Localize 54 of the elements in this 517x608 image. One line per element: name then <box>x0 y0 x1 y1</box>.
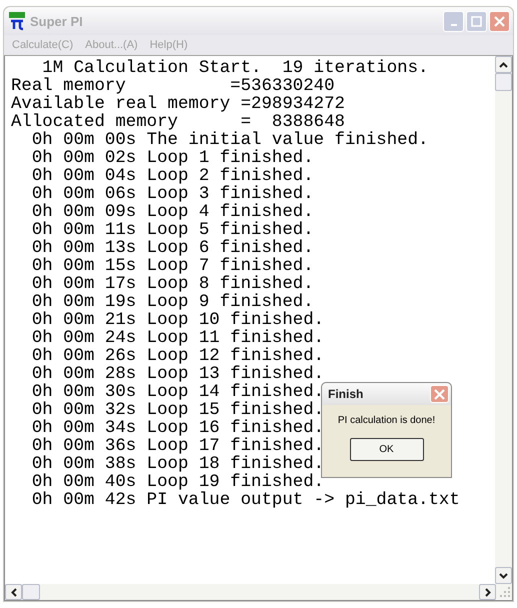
output-line: 0h 00m 00s The initial value finished. <box>30 132 428 150</box>
menu-item[interactable]: Calculate(C) <box>12 39 74 51</box>
output-line: Allocated memory = 8388648 <box>11 114 345 132</box>
output-line: 0h 00m 06s Loop 3 finished. <box>30 186 314 204</box>
scroll-down-button[interactable] <box>495 567 512 584</box>
dialog-title: Finish <box>328 387 364 401</box>
close-button[interactable] <box>489 10 510 32</box>
minimize-icon <box>450 24 456 26</box>
output-line: 0h 00m 24s Loop 11 finished. <box>30 330 324 348</box>
maximize-icon <box>471 16 482 26</box>
output-line: 1M Calculation Start. 19 iterations. <box>42 60 428 78</box>
scroll-right-button[interactable] <box>479 584 496 600</box>
chevron-right-icon <box>484 588 490 596</box>
output-line: 0h 00m 21s Loop 10 finished. <box>30 312 324 330</box>
scroll-up-button[interactable] <box>495 56 512 73</box>
horizontal-scrollbar[interactable] <box>5 584 496 600</box>
output-line: 0h 00m 28s Loop 13 finished. <box>30 366 324 384</box>
scroll-thumb[interactable] <box>22 584 40 600</box>
output-line: 0h 00m 30s Loop 14 finished. <box>30 384 324 402</box>
close-icon <box>434 388 445 400</box>
output-line: 0h 00m 04s Loop 2 finished. <box>30 168 314 186</box>
chevron-up-icon <box>499 62 508 68</box>
resize-grip-icon[interactable] <box>496 584 512 599</box>
output-line: Real memory =536330240 <box>11 78 335 96</box>
close-icon <box>494 16 505 26</box>
chevron-left-icon <box>10 588 16 596</box>
chevron-down-icon <box>499 572 508 578</box>
output-line: 0h 00m 02s Loop 1 finished. <box>30 150 314 168</box>
output-line: 0h 00m 38s Loop 18 finished. <box>30 456 324 474</box>
output-line: 0h 00m 11s Loop 5 finished. <box>30 222 314 240</box>
output-line: 0h 00m 40s Loop 19 finished. <box>30 474 324 492</box>
output-line: 0h 00m 17s Loop 8 finished. <box>30 276 314 294</box>
menu-item[interactable]: About...(A) <box>85 39 138 51</box>
scroll-thumb[interactable] <box>495 73 512 91</box>
menu-item[interactable]: Help(H) <box>150 39 188 51</box>
output-line: 0h 00m 42s PI value output -> pi_data.txt <box>30 492 460 510</box>
output-line: 0h 00m 19s Loop 9 finished. <box>30 294 314 312</box>
output-line: 0h 00m 15s Loop 7 finished. <box>30 258 314 276</box>
output-line: 0h 00m 26s Loop 12 finished. <box>30 348 324 366</box>
pi-logo-icon <box>8 11 26 31</box>
dialog-message: PI calculation is done! <box>338 415 436 426</box>
output-line: Available real memory =298934272 <box>11 96 345 114</box>
output-line: 0h 00m 34s Loop 16 finished. <box>30 420 324 438</box>
vertical-scrollbar[interactable] <box>495 56 512 584</box>
output-line: 0h 00m 09s Loop 4 finished. <box>30 204 314 222</box>
output-line: 0h 00m 32s Loop 15 finished. <box>30 402 324 420</box>
output-line: 0h 00m 36s Loop 17 finished. <box>30 438 324 456</box>
scroll-left-button[interactable] <box>5 584 22 600</box>
maximize-button[interactable] <box>466 10 487 32</box>
close-button[interactable] <box>430 385 449 403</box>
window-title: Super PI <box>30 14 84 28</box>
output-line: 0h 00m 13s Loop 6 finished. <box>30 240 314 258</box>
minimize-button[interactable] <box>443 10 464 32</box>
ok-button[interactable]: OK <box>350 438 424 461</box>
